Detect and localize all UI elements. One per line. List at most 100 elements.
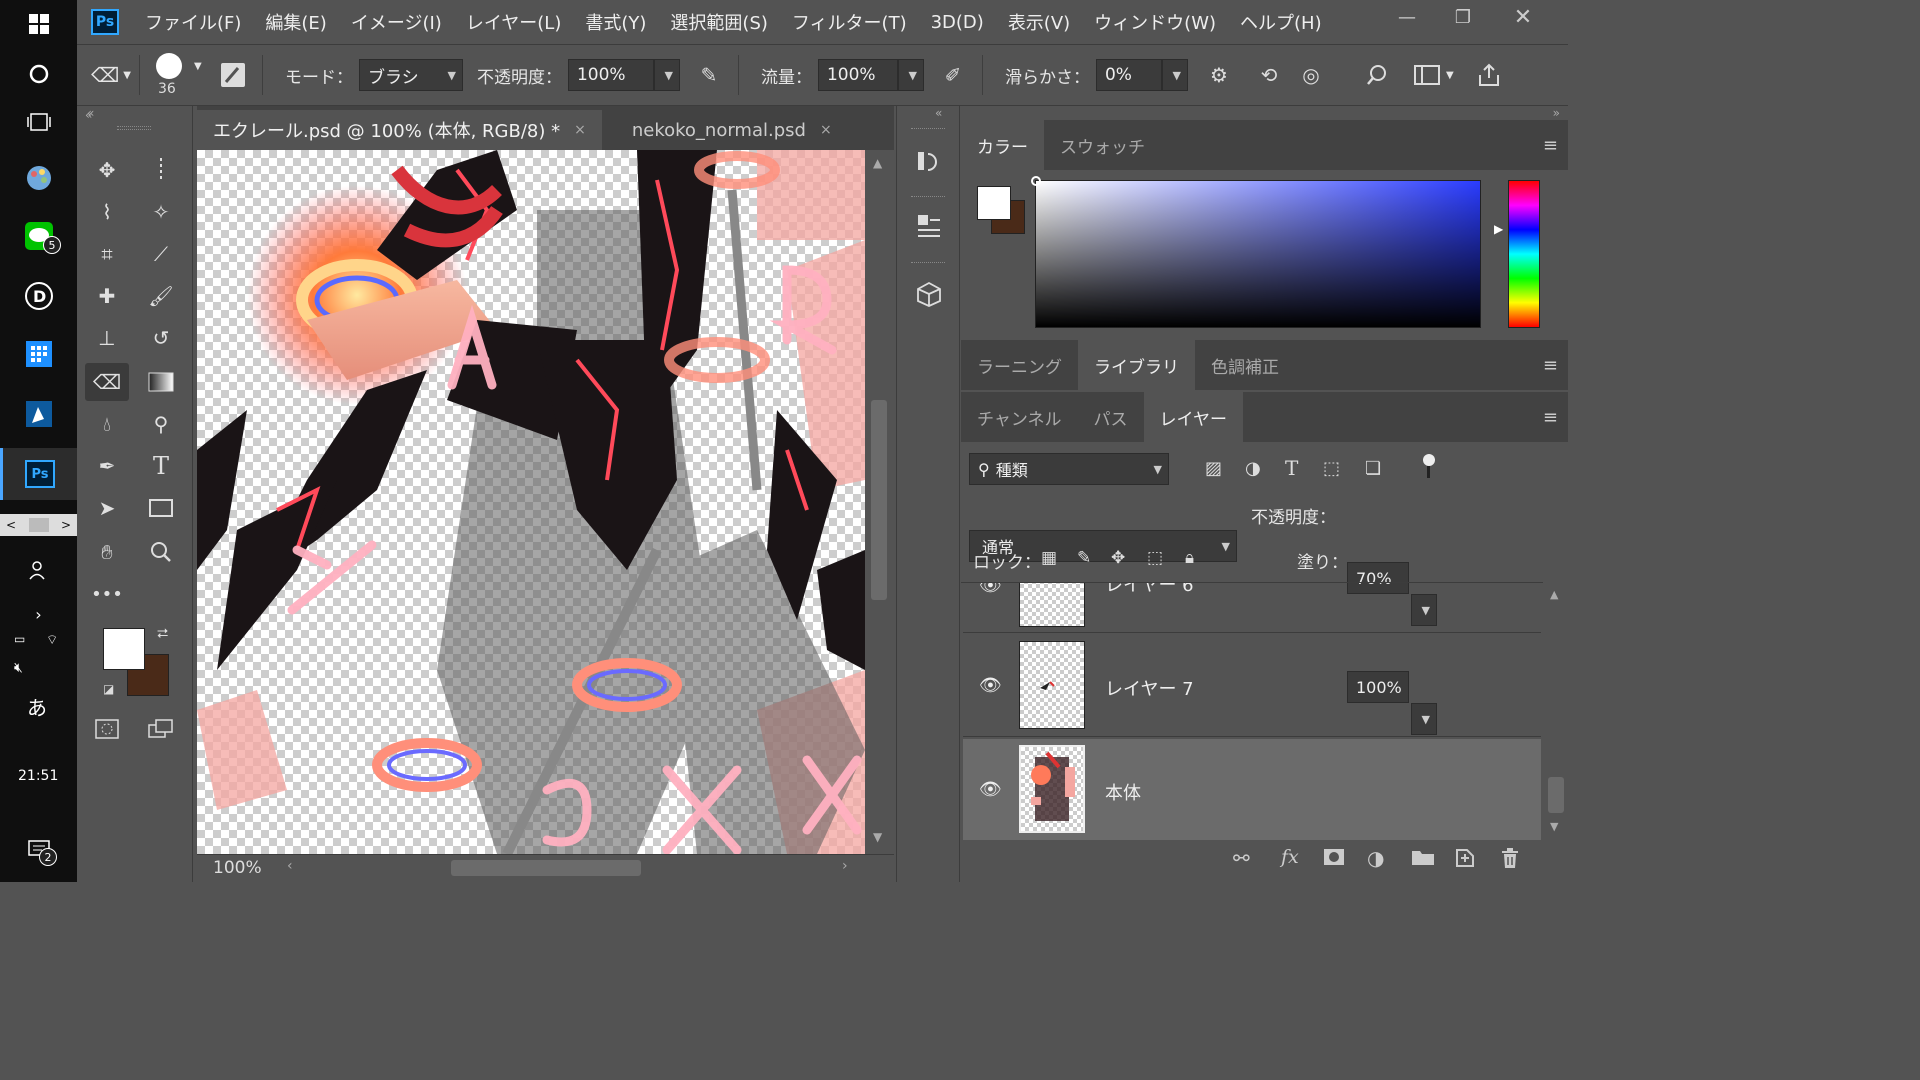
minimize-icon[interactable]: —: [1377, 0, 1437, 34]
taskbar-scroller[interactable]: < >: [0, 514, 77, 536]
search-icon[interactable]: [1360, 58, 1394, 92]
wifi-icon[interactable]: ⌔: [46, 632, 58, 648]
screen-mode-icon[interactable]: [139, 710, 183, 748]
discord-app-icon[interactable]: D: [0, 272, 77, 320]
lock-artboard-icon[interactable]: ⬚: [1147, 548, 1163, 568]
history-brush-tool-icon[interactable]: ↺: [139, 319, 183, 357]
scroll-left-icon[interactable]: <: [6, 518, 16, 532]
link-layers-icon[interactable]: ⚯: [1233, 846, 1250, 870]
canvas-area[interactable]: ▲ ▼: [197, 150, 894, 854]
line-app-icon[interactable]: 5: [0, 212, 77, 260]
color-field[interactable]: [1031, 176, 1481, 328]
close-window-icon[interactable]: ✕: [1493, 0, 1553, 34]
layer-name[interactable]: 本体: [1105, 779, 1141, 805]
tab-adjustments[interactable]: 色調補正: [1195, 340, 1295, 390]
cortana-icon[interactable]: [0, 50, 77, 98]
clone-stamp-tool-icon[interactable]: ⊥: [85, 319, 129, 357]
layer-row-7[interactable]: 👁︎ レイヤー 7: [963, 635, 1541, 737]
menu-type[interactable]: 書式(Y): [573, 9, 658, 35]
tool-preset-picker[interactable]: ⌫ ▼: [91, 63, 131, 87]
add-mask-icon[interactable]: [1323, 848, 1345, 870]
filter-adjustment-icon[interactable]: ◑: [1245, 458, 1261, 479]
share-icon[interactable]: [1472, 58, 1506, 92]
tab-swatches[interactable]: スウォッチ: [1044, 120, 1161, 170]
color-picker-cursor[interactable]: [1031, 176, 1041, 186]
notification-icon[interactable]: 2: [0, 826, 77, 874]
opacity-input[interactable]: 100%: [567, 59, 654, 91]
expand-panels-icon[interactable]: »: [1553, 106, 1560, 120]
layer-style-fx-icon[interactable]: fx: [1281, 846, 1299, 868]
canvas-vertical-scrollbar[interactable]: ▲ ▼: [865, 150, 894, 854]
artwork-canvas[interactable]: [197, 150, 865, 854]
hue-slider[interactable]: [1508, 180, 1540, 328]
layer-row-6[interactable]: 👁︎ レイヤー 6: [963, 583, 1541, 633]
scroll-thumb[interactable]: [1548, 777, 1564, 813]
pressure-opacity-icon[interactable]: ✎: [692, 58, 726, 92]
tab-learning[interactable]: ラーニング: [961, 340, 1078, 390]
path-selection-tool-icon[interactable]: ➤: [85, 489, 129, 527]
type-tool-icon[interactable]: T: [139, 447, 183, 485]
erase-to-history-icon[interactable]: ⟲: [1252, 58, 1286, 92]
menu-layer[interactable]: レイヤー(L): [454, 9, 574, 35]
layer-filter-dropdown[interactable]: ⚲ 種類 ▼: [969, 453, 1169, 485]
new-group-folder-icon[interactable]: [1411, 848, 1435, 870]
scroll-thumb[interactable]: [871, 400, 887, 600]
eyedropper-tool-icon[interactable]: ⟋: [139, 235, 183, 273]
pen-tool-icon[interactable]: ✒: [85, 447, 129, 485]
blur-tool-icon[interactable]: 💧︎: [85, 405, 129, 443]
marquee-tool-icon[interactable]: [139, 151, 183, 189]
menu-view[interactable]: 表示(V): [996, 9, 1082, 35]
menu-window[interactable]: ウィンドウ(W): [1082, 9, 1228, 35]
task-view-icon[interactable]: [0, 98, 77, 146]
tab-eclair-psd[interactable]: エクレール.psd @ 100% (本体, RGB/8) * ×: [197, 110, 602, 150]
visibility-eye-icon[interactable]: 👁︎: [979, 779, 1002, 800]
mode-dropdown[interactable]: ブラシ ▼: [358, 59, 463, 91]
panel-menu-icon[interactable]: ≡: [1543, 407, 1558, 428]
gradient-tool-icon[interactable]: [139, 363, 183, 401]
more-tools-icon[interactable]: •••: [85, 575, 129, 613]
layer-list-scrollbar[interactable]: ▲ ▼: [1544, 582, 1568, 840]
scroll-down-icon[interactable]: ▼: [873, 830, 882, 844]
dodge-tool-icon[interactable]: ⚲: [139, 405, 183, 443]
chevron-down-icon[interactable]: ▼: [1446, 70, 1454, 81]
paint-app-icon[interactable]: [0, 154, 77, 202]
lock-all-icon[interactable]: 🔒︎: [1185, 548, 1194, 568]
scroll-right-icon[interactable]: ›: [842, 858, 848, 874]
scroll-left-icon[interactable]: ‹: [287, 858, 293, 874]
menu-filter[interactable]: フィルター(T): [780, 9, 919, 35]
menu-select[interactable]: 選択範囲(S): [658, 9, 779, 35]
horizontal-scroll-thumb[interactable]: [451, 860, 641, 876]
filter-pixel-icon[interactable]: ▨: [1205, 458, 1222, 479]
history-panel-icon[interactable]: [909, 141, 949, 181]
brush-tool-icon[interactable]: 🖌︎: [139, 277, 183, 315]
zoom-level[interactable]: 100%: [213, 858, 262, 878]
panel-menu-icon[interactable]: ≡: [1543, 135, 1558, 156]
smoothing-options-gear-icon[interactable]: ⚙: [1202, 58, 1236, 92]
volume-icon[interactable]: 🔇︎: [14, 660, 23, 676]
zoom-tool-icon[interactable]: [139, 533, 183, 571]
scroll-down-icon[interactable]: ▼: [1550, 820, 1558, 833]
lock-image-brush-icon[interactable]: ✎: [1077, 548, 1091, 568]
swap-colors-icon[interactable]: ⮂: [157, 626, 168, 642]
tab-layers[interactable]: レイヤー: [1143, 392, 1243, 442]
close-tab-icon[interactable]: ×: [574, 122, 586, 138]
collapse-left-icon[interactable]: «: [85, 108, 92, 122]
scroll-right-icon[interactable]: >: [61, 518, 71, 532]
restore-icon[interactable]: ❐: [1433, 0, 1493, 34]
filter-toggle[interactable]: [1423, 454, 1435, 480]
panel-menu-icon[interactable]: ≡: [1543, 355, 1558, 376]
layer-row-body[interactable]: 👁︎ 本体: [963, 739, 1541, 840]
menu-help[interactable]: ヘルプ(H): [1228, 9, 1334, 35]
collapse-panels-icon[interactable]: «: [935, 106, 942, 120]
tab-libraries[interactable]: ライブラリ: [1078, 340, 1195, 390]
color-panel-foreground-swatch[interactable]: [977, 186, 1011, 220]
tab-nekoko-psd[interactable]: nekoko_normal.psd ×: [616, 110, 848, 150]
new-layer-icon[interactable]: [1455, 848, 1475, 872]
pressure-size-icon[interactable]: ◎: [1294, 58, 1328, 92]
eraser-tool-icon[interactable]: ⌫: [85, 363, 129, 401]
menu-file[interactable]: ファイル(F): [133, 9, 253, 35]
filter-type-icon[interactable]: T: [1285, 456, 1298, 480]
windows-start-icon[interactable]: [0, 0, 77, 48]
close-tab-icon[interactable]: ×: [820, 122, 832, 138]
filter-shape-icon[interactable]: ⬚: [1323, 458, 1340, 479]
